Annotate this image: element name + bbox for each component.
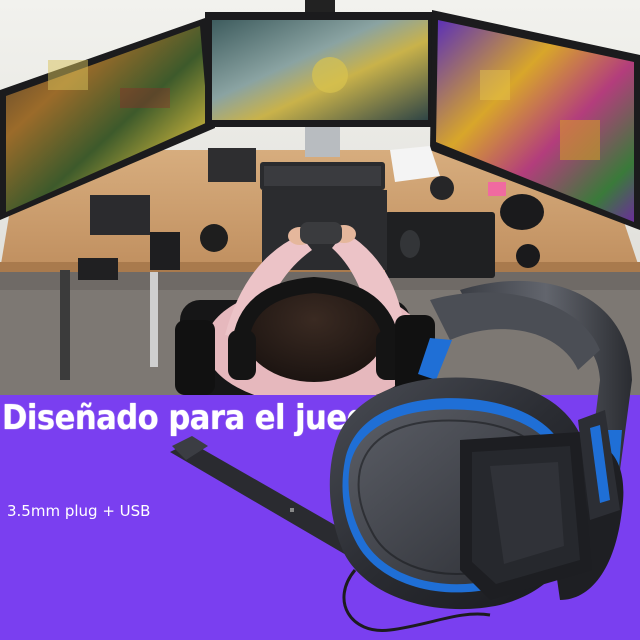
feature-subline: 3.5mm plug + USB xyxy=(7,502,151,520)
product-banner: Diseñado para el juego 3.5mm plug + USB xyxy=(0,0,640,640)
gaming-headset-image xyxy=(160,270,640,640)
